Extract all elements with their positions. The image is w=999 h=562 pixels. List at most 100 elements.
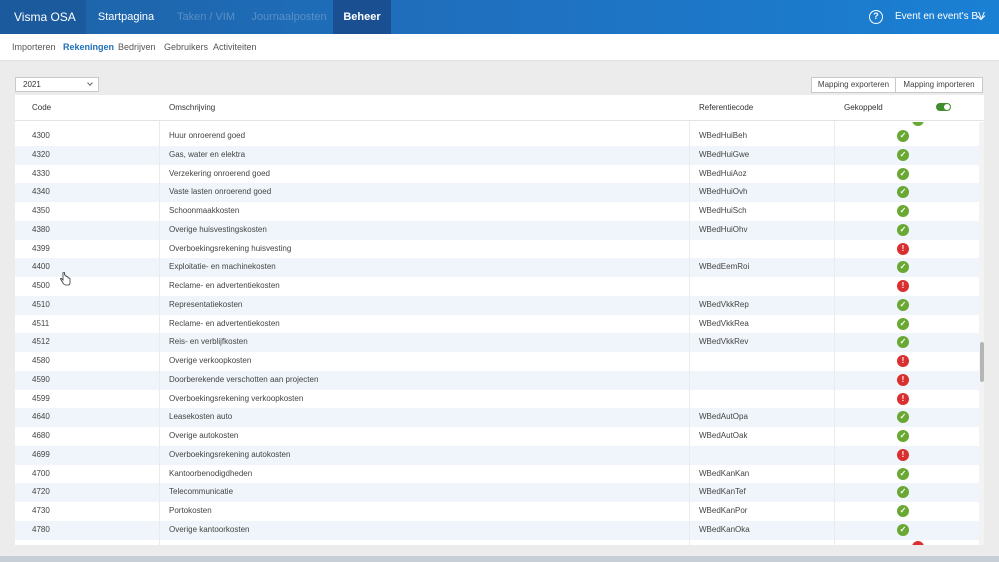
check-icon: ✓ (897, 167, 909, 180)
accounts-table: Code Omschrijving Referentiecode Gekoppe… (15, 95, 984, 545)
subtab-activiteiten[interactable]: Activiteiten (213, 34, 257, 61)
check-icon: ✓ (897, 317, 909, 330)
mapping-export-button[interactable]: Mapping exporteren (811, 77, 896, 93)
row-reference-code[interactable]: WBedKanOka (699, 521, 750, 540)
row-reference-code[interactable]: WBedVkkRea (699, 315, 749, 334)
row-code: 4340 (32, 187, 50, 197)
row-description: Overboekingsrekening verkoopkosten (169, 393, 304, 403)
row-description: Vaste lasten onroerend goed (169, 187, 272, 197)
check-icon: ✓ (897, 205, 909, 217)
check-icon: ✓ (897, 430, 909, 442)
row-code: 4700 (32, 468, 50, 478)
row-code: 4580 (32, 356, 50, 365)
row-code: 4300 (32, 131, 50, 140)
row-reference-code[interactable]: WBedKanPor (699, 502, 747, 521)
header-referentiecode[interactable]: Referentiecode (699, 95, 753, 121)
row-code: 4400 (32, 262, 50, 272)
exclamation-icon: ! (897, 448, 909, 461)
row-reference-code[interactable]: WBedHuiGwe (699, 146, 749, 165)
nav-tab-taken[interactable]: Taken / VIM (166, 0, 246, 34)
subtab-bedrijven[interactable]: Bedrijven (118, 34, 156, 61)
check-icon: ✓ (897, 467, 909, 480)
row-code: 4330 (32, 168, 50, 178)
scrollbar-thumb[interactable] (980, 342, 984, 382)
row-description: Overboekingsrekening autokosten (169, 449, 291, 459)
mapping-import-button[interactable]: Mapping importeren (896, 77, 983, 93)
row-description: Leasekosten auto (169, 412, 233, 422)
column-divider (689, 95, 690, 545)
exclamation-icon: ! (897, 373, 909, 386)
exclamation-icon: ! (897, 355, 909, 367)
chevron-down-icon (87, 80, 93, 86)
row-description: Huur onroerend goed (169, 131, 246, 140)
row-code: 4320 (32, 149, 50, 159)
row-code: 4590 (32, 374, 50, 384)
column-divider (834, 95, 835, 545)
row-code: 4511 (32, 318, 50, 328)
nav-tab-journaalposten[interactable]: Journaalposten (246, 0, 332, 34)
row-description: Overige autokosten (169, 431, 239, 440)
bottom-strip (0, 556, 999, 562)
exclamation-icon: ! (897, 392, 909, 405)
row-reference-code[interactable]: WBedKanKan (699, 465, 749, 484)
year-select[interactable]: 2021 (15, 77, 99, 92)
check-icon: ✓ (897, 261, 909, 274)
app-brand[interactable]: Visma OSA (0, 0, 86, 34)
check-icon: ✓ (897, 223, 909, 236)
sub-navbar: Importeren Rekeningen Bedrijven Gebruike… (0, 34, 999, 61)
company-selector[interactable]: Event en event's BV (895, 0, 985, 34)
row-reference-code[interactable]: WBedHuiOvh (699, 183, 747, 202)
subtab-gebruikers[interactable]: Gebruikers (164, 34, 208, 61)
check-icon: ✓ (897, 486, 909, 499)
row-description: Telecommunicatie (169, 487, 234, 497)
row-code: 4399 (32, 243, 50, 253)
column-divider (159, 95, 160, 545)
row-code: 4640 (32, 412, 50, 422)
row-reference-code[interactable]: WBedHuiBeh (699, 127, 747, 146)
row-reference-code[interactable]: WBedVkkRep (699, 296, 749, 315)
check-icon: ✓ (897, 505, 909, 517)
row-reference-code[interactable]: WBedAutOak (699, 427, 747, 446)
row-reference-code[interactable]: WBedHuiAoz (699, 165, 747, 184)
row-code: 4350 (32, 206, 50, 215)
table-header: Code Omschrijving Referentiecode Gekoppe… (15, 95, 984, 121)
check-icon: ✓ (897, 298, 909, 311)
nav-tab-startpagina[interactable]: Startpagina (86, 0, 166, 34)
header-omschrijving[interactable]: Omschrijving (169, 95, 215, 121)
row-code: 4699 (32, 449, 50, 459)
header-code[interactable]: Code (32, 95, 51, 121)
help-icon[interactable]: ? (869, 10, 883, 24)
subtab-importeren[interactable]: Importeren (12, 34, 56, 61)
row-reference-code[interactable]: WBedHuiOhv (699, 221, 747, 240)
check-icon: ✓ (897, 523, 909, 536)
subtab-rekeningen[interactable]: Rekeningen (63, 34, 114, 61)
row-description: Representatiekosten (169, 299, 243, 309)
scrollbar[interactable] (979, 122, 984, 545)
row-reference-code[interactable]: WBedEemRoi (699, 258, 749, 277)
top-navbar: Visma OSA Startpagina Taken / VIM Journa… (0, 0, 999, 34)
nav-tab-beheer[interactable]: Beheer (333, 0, 391, 34)
row-description: Overboekingsrekening huisvesting (169, 243, 292, 253)
row-description: Reclame- en advertentiekosten (169, 318, 280, 328)
exclamation-icon (912, 541, 924, 545)
check-icon: ✓ (897, 186, 909, 199)
linked-filter-toggle[interactable] (936, 103, 951, 111)
header-gekoppeld[interactable]: Gekoppeld (844, 95, 883, 121)
row-code: 4380 (32, 224, 50, 234)
row-reference-code[interactable]: WBedHuiSch (699, 202, 747, 221)
row-description: Overige verkoopkosten (169, 356, 252, 365)
row-description: Overige huisvestingskosten (169, 224, 267, 234)
hand-cursor-icon (60, 272, 71, 286)
row-description: Gas, water en elektra (169, 149, 246, 159)
row-description: Overige kantoorkosten (169, 524, 250, 534)
check-icon (912, 122, 924, 126)
year-value: 2021 (23, 80, 41, 89)
row-reference-code[interactable]: WBedKanTef (699, 483, 746, 502)
row-description: Kantoorbenodigdheden (169, 468, 253, 478)
row-reference-code[interactable]: WBedAutOpa (699, 408, 748, 427)
row-reference-code[interactable]: WBedVkkRev (699, 333, 748, 352)
row-description: Reclame- en advertentiekosten (169, 281, 280, 290)
check-icon: ✓ (897, 148, 909, 161)
row-description: Schoonmaakkosten (169, 206, 240, 215)
row-description: Exploitatie- en machinekosten (169, 262, 276, 272)
